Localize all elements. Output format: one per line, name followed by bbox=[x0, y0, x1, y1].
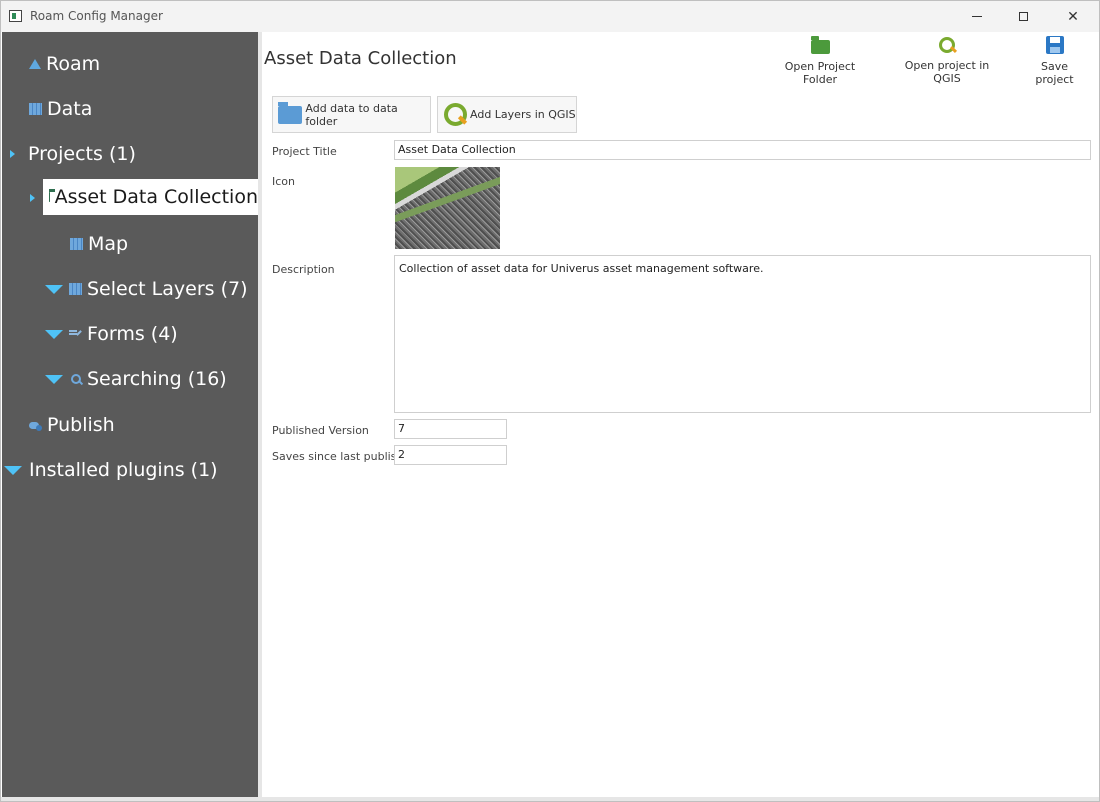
chevron-down-icon[interactable] bbox=[4, 465, 22, 475]
sidebar: Roam Data Projects (1) Asset Data Collec… bbox=[2, 32, 258, 797]
chevron-right-icon[interactable] bbox=[30, 194, 35, 202]
project-title-label: Project Title bbox=[272, 145, 337, 158]
icon-label: Icon bbox=[272, 175, 295, 188]
sidebar-item-label: Roam bbox=[46, 53, 101, 75]
button-label: Open Project Folder bbox=[784, 60, 856, 86]
form-icon bbox=[69, 328, 82, 340]
button-label: Add data to data folder bbox=[305, 101, 398, 128]
sidebar-item-asset-expander[interactable] bbox=[30, 180, 35, 216]
sidebar-item-searching[interactable]: Searching (16) bbox=[45, 361, 227, 397]
save-icon bbox=[1045, 36, 1064, 54]
sidebar-item-label: Forms (4) bbox=[87, 323, 178, 345]
sidebar-item-label: Map bbox=[88, 233, 129, 255]
folder-icon bbox=[49, 189, 53, 202]
saves-since-publish-label: Saves since last publish bbox=[272, 450, 404, 463]
sidebar-item-label: Publish bbox=[47, 414, 115, 436]
qgis-icon bbox=[444, 103, 467, 126]
app-icon bbox=[9, 10, 22, 22]
minimize-icon bbox=[972, 16, 982, 17]
sidebar-item-forms[interactable]: Forms (4) bbox=[45, 316, 178, 352]
folder-icon bbox=[810, 36, 830, 54]
app-window: Roam Config Manager ✕ Roam Data Projects… bbox=[0, 0, 1100, 802]
maximize-button[interactable] bbox=[1000, 1, 1046, 32]
page-title: Asset Data Collection bbox=[264, 48, 457, 69]
publish-icon bbox=[29, 420, 42, 431]
map-icon bbox=[29, 103, 42, 115]
sidebar-item-data[interactable]: Data bbox=[29, 91, 92, 127]
sidebar-item-asset-data-collection[interactable]: Asset Data Collection bbox=[43, 179, 258, 215]
map-icon bbox=[69, 283, 82, 295]
sidebar-item-label: Projects (1) bbox=[28, 143, 136, 165]
folder-icon bbox=[278, 101, 303, 124]
add-data-to-folder-button[interactable]: Add data to data folder bbox=[272, 96, 431, 133]
window-title: Roam Config Manager bbox=[30, 9, 163, 23]
sidebar-item-installed-plugins[interactable]: Installed plugins (1) bbox=[4, 452, 218, 488]
sidebar-item-projects[interactable]: Projects (1) bbox=[10, 136, 136, 172]
sidebar-item-label: Asset Data Collection bbox=[54, 186, 258, 208]
sidebar-item-publish[interactable]: Publish bbox=[29, 407, 115, 443]
button-label: Add Layers in QGIS bbox=[470, 108, 576, 121]
close-icon: ✕ bbox=[1067, 8, 1079, 25]
open-project-folder-button[interactable]: Open Project Folder bbox=[769, 35, 871, 86]
published-version-input[interactable]: 7 bbox=[394, 419, 507, 439]
chevron-right-icon[interactable] bbox=[10, 150, 15, 158]
description-label: Description bbox=[272, 263, 335, 276]
qgis-icon bbox=[939, 37, 955, 53]
sidebar-item-label: Searching (16) bbox=[87, 368, 227, 390]
sidebar-item-select-layers[interactable]: Select Layers (7) bbox=[45, 271, 247, 307]
button-label: Open project in QGIS bbox=[904, 59, 990, 85]
description-textarea[interactable]: Collection of asset data for Univerus as… bbox=[394, 255, 1091, 413]
maximize-icon bbox=[1018, 12, 1028, 21]
close-button[interactable]: ✕ bbox=[1050, 1, 1096, 32]
status-bar bbox=[1, 797, 1099, 801]
chevron-down-icon[interactable] bbox=[45, 374, 63, 384]
title-bar: Roam Config Manager ✕ bbox=[1, 1, 1099, 32]
chevron-down-icon[interactable] bbox=[45, 329, 63, 339]
triangle-icon bbox=[29, 59, 41, 69]
sidebar-item-label: Data bbox=[47, 98, 93, 120]
splitter[interactable] bbox=[258, 32, 262, 797]
sidebar-item-label: Installed plugins (1) bbox=[29, 459, 218, 481]
button-label: Save project bbox=[1035, 60, 1074, 86]
saves-since-publish-input[interactable]: 2 bbox=[394, 445, 507, 465]
map-icon bbox=[70, 238, 83, 250]
sidebar-item-map[interactable]: Map bbox=[70, 226, 128, 262]
published-version-label: Published Version bbox=[272, 424, 369, 437]
minimize-button[interactable] bbox=[954, 1, 1000, 32]
project-icon-image[interactable] bbox=[395, 167, 500, 249]
open-in-qgis-button[interactable]: Open project in QGIS bbox=[892, 35, 1002, 85]
chevron-down-icon[interactable] bbox=[45, 284, 63, 294]
save-project-button[interactable]: Save project bbox=[1022, 35, 1087, 86]
sidebar-item-label: Select Layers (7) bbox=[87, 278, 248, 300]
add-layers-in-qgis-button[interactable]: Add Layers in QGIS bbox=[437, 96, 577, 133]
search-icon bbox=[71, 373, 82, 385]
sidebar-item-roam[interactable]: Roam bbox=[29, 46, 100, 82]
project-title-input[interactable]: Asset Data Collection bbox=[394, 140, 1091, 160]
